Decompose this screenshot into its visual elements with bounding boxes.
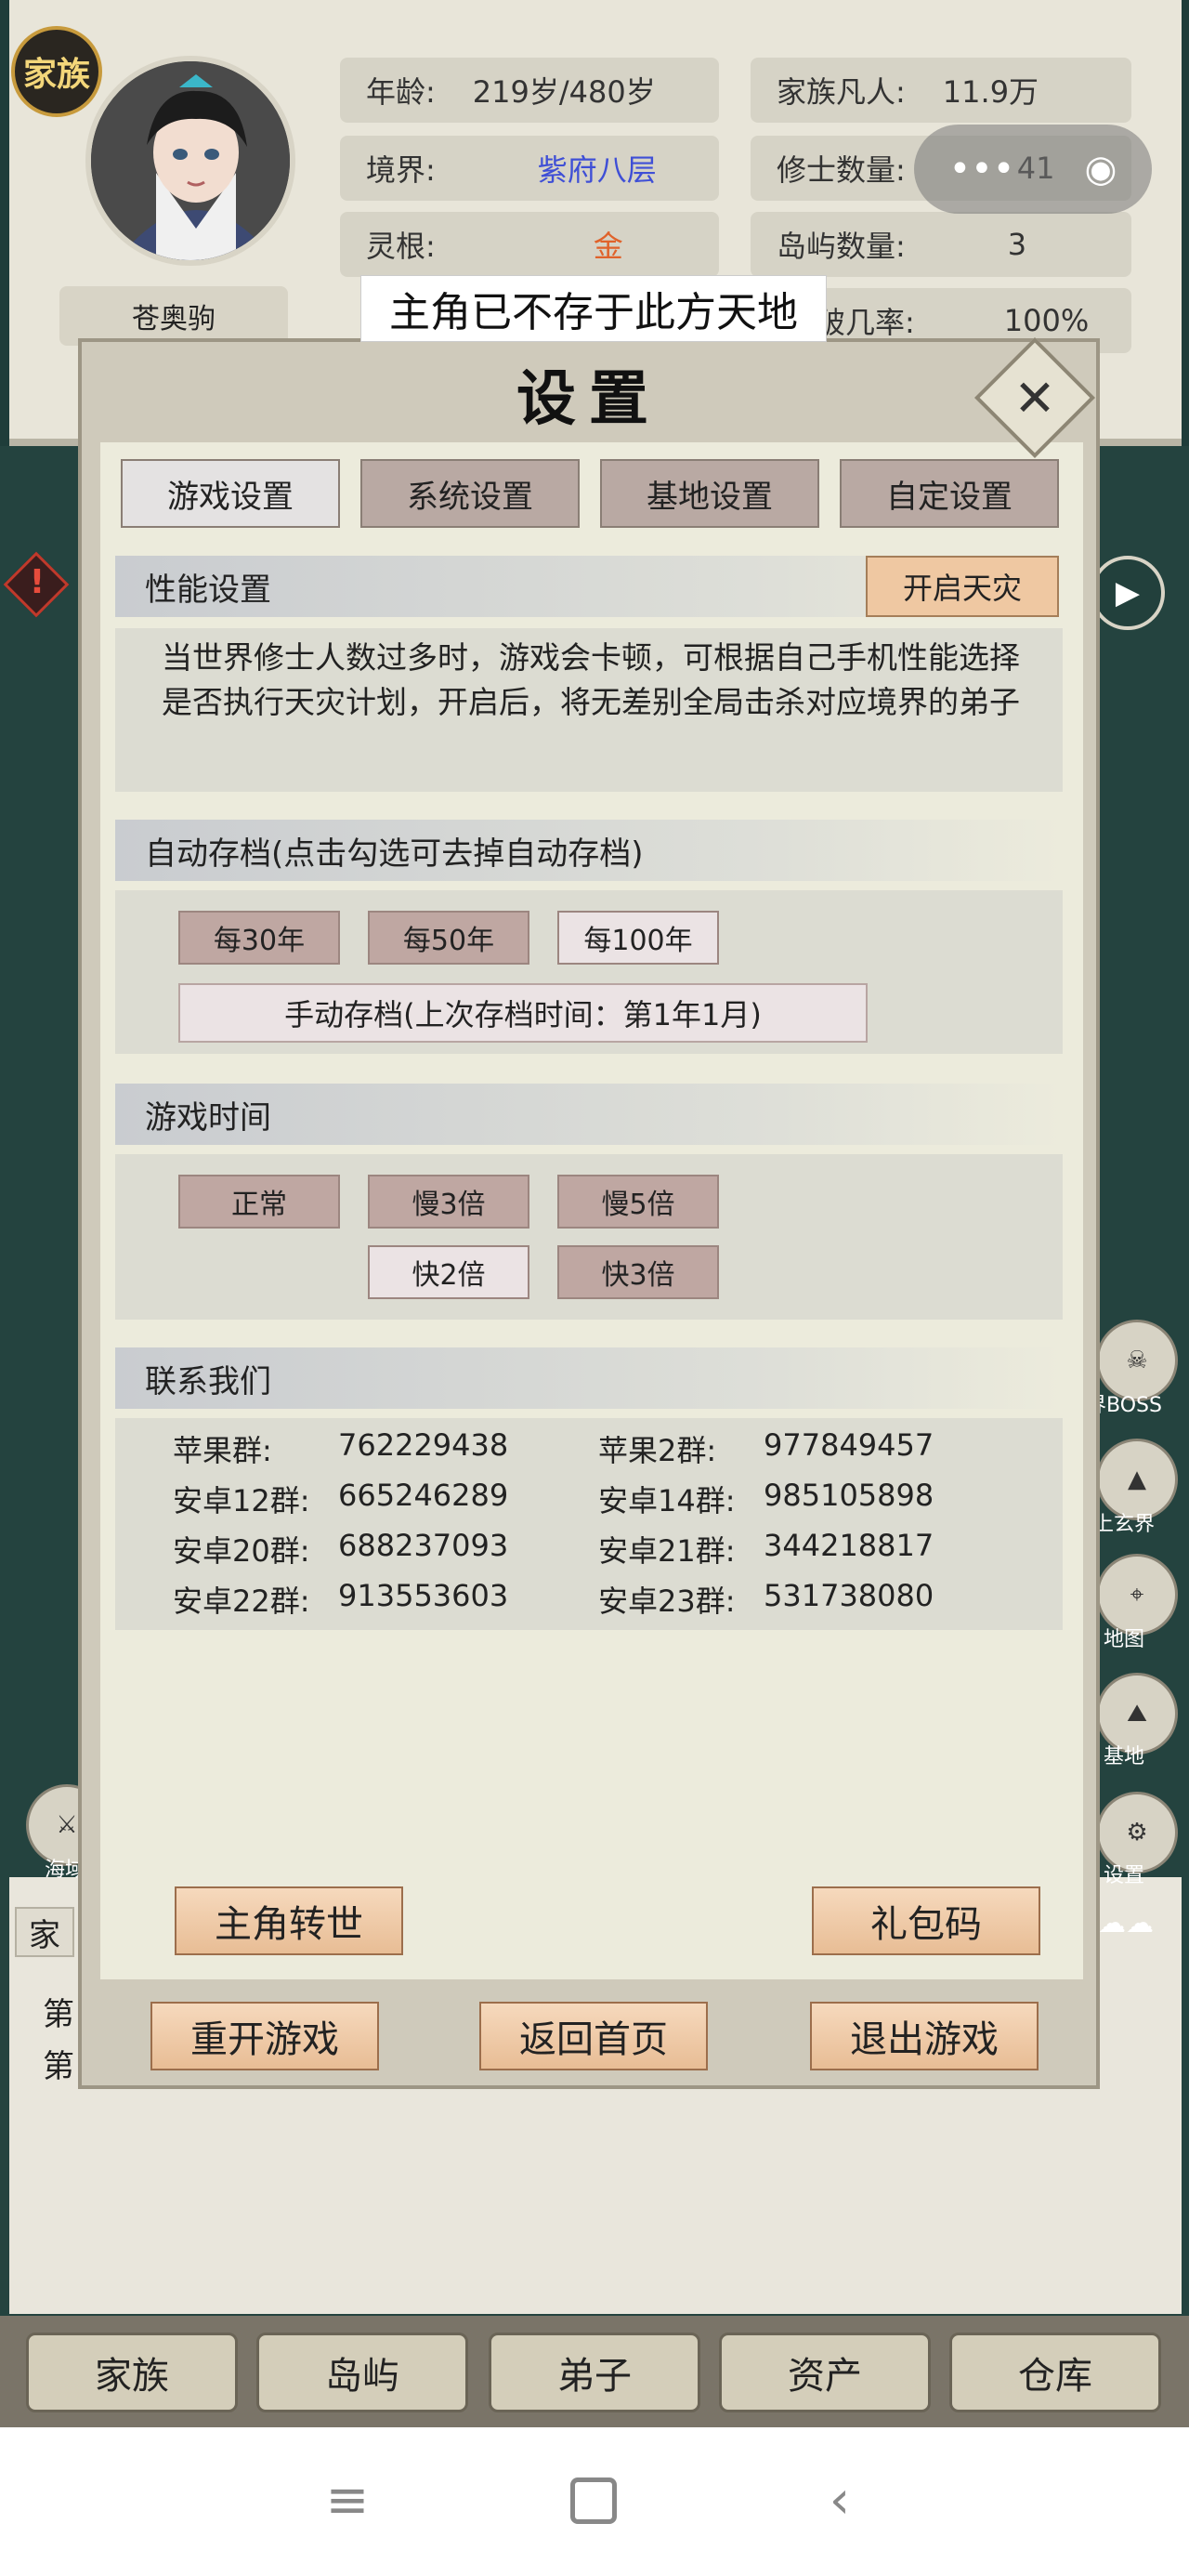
tab-base-settings[interactable]: 基地设置: [600, 459, 819, 528]
group-label: 安卓20群:: [173, 1533, 310, 1569]
group-label: 安卓23群:: [598, 1584, 736, 1619]
contact-item: 安卓20群: 688237093: [173, 1528, 508, 1578]
speed-normal-button[interactable]: 正常: [178, 1175, 340, 1229]
group-label: 安卓12群:: [173, 1483, 310, 1518]
more-icon[interactable]: •••: [949, 148, 1015, 191]
menu-icon[interactable]: ≡: [320, 2470, 375, 2530]
autosave-30-button[interactable]: 每30年: [178, 911, 340, 965]
miniprogram-capsule[interactable]: ••• ◉: [914, 125, 1152, 214]
modal-title: 设置: [516, 364, 661, 434]
target-icon[interactable]: ◉: [1085, 148, 1117, 191]
contact-item: 安卓22群: 913553603: [173, 1578, 508, 1628]
speed-slow3-button[interactable]: 慢3倍: [368, 1175, 529, 1229]
group-label: 苹果群:: [173, 1433, 272, 1468]
stat-label: 修士数量:: [777, 152, 906, 188]
home-icon[interactable]: [570, 2477, 617, 2524]
mortals-stat: 家族凡人: 11.9万: [751, 58, 1131, 123]
group-number: 985105898: [764, 1478, 934, 1513]
restart-button[interactable]: 重开游戏: [150, 2002, 379, 2070]
tab-system-settings[interactable]: 系统设置: [360, 459, 580, 528]
islands-stat: 岛屿数量: 3: [751, 212, 1131, 277]
group-label: 安卓21群:: [598, 1533, 736, 1569]
home-button[interactable]: 返回首页: [479, 2002, 708, 2070]
autosave-heading: 自动存档(点击勾选可去掉自动存档): [115, 820, 1063, 881]
group-number: 762229438: [338, 1427, 509, 1463]
stat-label: 破几率:: [816, 305, 915, 340]
tab-custom-settings[interactable]: 自定设置: [840, 459, 1059, 528]
contact-item: 安卓12群: 665246289: [173, 1478, 508, 1528]
family-badge[interactable]: 家族: [11, 26, 102, 117]
age-stat: 年龄: 219岁/480岁: [340, 58, 719, 123]
contact-item: 苹果2群: 977849457: [598, 1427, 934, 1478]
group-label: 安卓22群:: [173, 1584, 310, 1619]
nav-warehouse[interactable]: 仓库: [949, 2333, 1161, 2412]
player-name: 苍奥驹: [59, 286, 288, 346]
tooltip: 主角已不存于此方天地: [360, 275, 827, 342]
realm-stat: 境界: 紫府八层: [340, 136, 719, 201]
stat-label: 灵根:: [366, 229, 436, 264]
nav-family[interactable]: 家族: [26, 2333, 238, 2412]
group-number: 344218817: [764, 1528, 934, 1563]
spirit-root-stat: 灵根: 金: [340, 212, 719, 277]
stat-value: 3: [1007, 227, 1027, 262]
autosave-100-button[interactable]: 每100年: [557, 911, 719, 965]
contact-item: 苹果群: 762229438: [173, 1427, 508, 1478]
game-time-heading: 游戏时间: [115, 1084, 1063, 1145]
stat-label: 家族凡人:: [777, 74, 906, 110]
enable-disaster-button[interactable]: 开启天灾: [866, 556, 1059, 617]
group-label: 安卓14群:: [598, 1483, 736, 1518]
back-icon[interactable]: ‹: [812, 2470, 868, 2530]
group-number: 977849457: [764, 1427, 934, 1463]
contact-item: 安卓23群: 531738080: [598, 1578, 934, 1628]
alert-mark: !: [29, 563, 46, 601]
stat-label: 境界:: [366, 152, 436, 188]
group-number: 913553603: [338, 1578, 509, 1613]
play-icon[interactable]: ▶: [1091, 556, 1165, 630]
autosave-50-button[interactable]: 每50年: [368, 911, 529, 965]
stat-value: 219岁/480岁: [472, 74, 656, 110]
speed-fast3-button[interactable]: 快3倍: [557, 1245, 719, 1299]
exit-button[interactable]: 退出游戏: [810, 2002, 1039, 2070]
tab-game-settings[interactable]: 游戏设置: [121, 459, 340, 528]
contact-item: 安卓21群: 344218817: [598, 1528, 934, 1578]
contact-heading: 联系我们: [115, 1347, 1063, 1409]
group-number: 665246289: [338, 1478, 509, 1513]
nav-islands[interactable]: 岛屿: [256, 2333, 468, 2412]
manual-save-button[interactable]: 手动存档(上次存档时间：第1年1月): [178, 983, 868, 1043]
log-line: 第: [43, 2048, 74, 2085]
speed-fast2-button[interactable]: 快2倍: [368, 1245, 529, 1299]
nav-disciples[interactable]: 弟子: [489, 2333, 700, 2412]
gift-code-button[interactable]: 礼包码: [812, 1886, 1040, 1955]
group-label: 苹果2群:: [598, 1433, 717, 1468]
stat-label: 岛屿数量:: [777, 229, 906, 264]
group-number: 688237093: [338, 1528, 509, 1563]
stat-label: 年龄:: [366, 74, 436, 110]
contact-item: 安卓14群: 985105898: [598, 1478, 934, 1528]
close-icon[interactable]: ✕: [992, 355, 1078, 440]
performance-description: 当世界修士人数过多时，游戏会卡顿，可根据自己手机性能选择是否执行天灾计划，开启后…: [162, 639, 1020, 720]
log-line: 第: [43, 1996, 74, 2033]
stat-value: 紫府八层: [537, 152, 657, 188]
group-number: 531738080: [764, 1578, 934, 1613]
stat-value: 金: [593, 229, 623, 264]
stat-value: 11.9万: [942, 74, 1039, 110]
nav-assets[interactable]: 资产: [719, 2333, 931, 2412]
stat-value: 100%: [1003, 303, 1090, 338]
log-tab[interactable]: 家: [15, 1907, 74, 1957]
avatar[interactable]: [85, 56, 295, 266]
speed-slow5-button[interactable]: 慢5倍: [557, 1175, 719, 1229]
reincarnate-button[interactable]: 主角转世: [175, 1886, 403, 1955]
cloud-icon: ☁☁: [1098, 1907, 1154, 1939]
